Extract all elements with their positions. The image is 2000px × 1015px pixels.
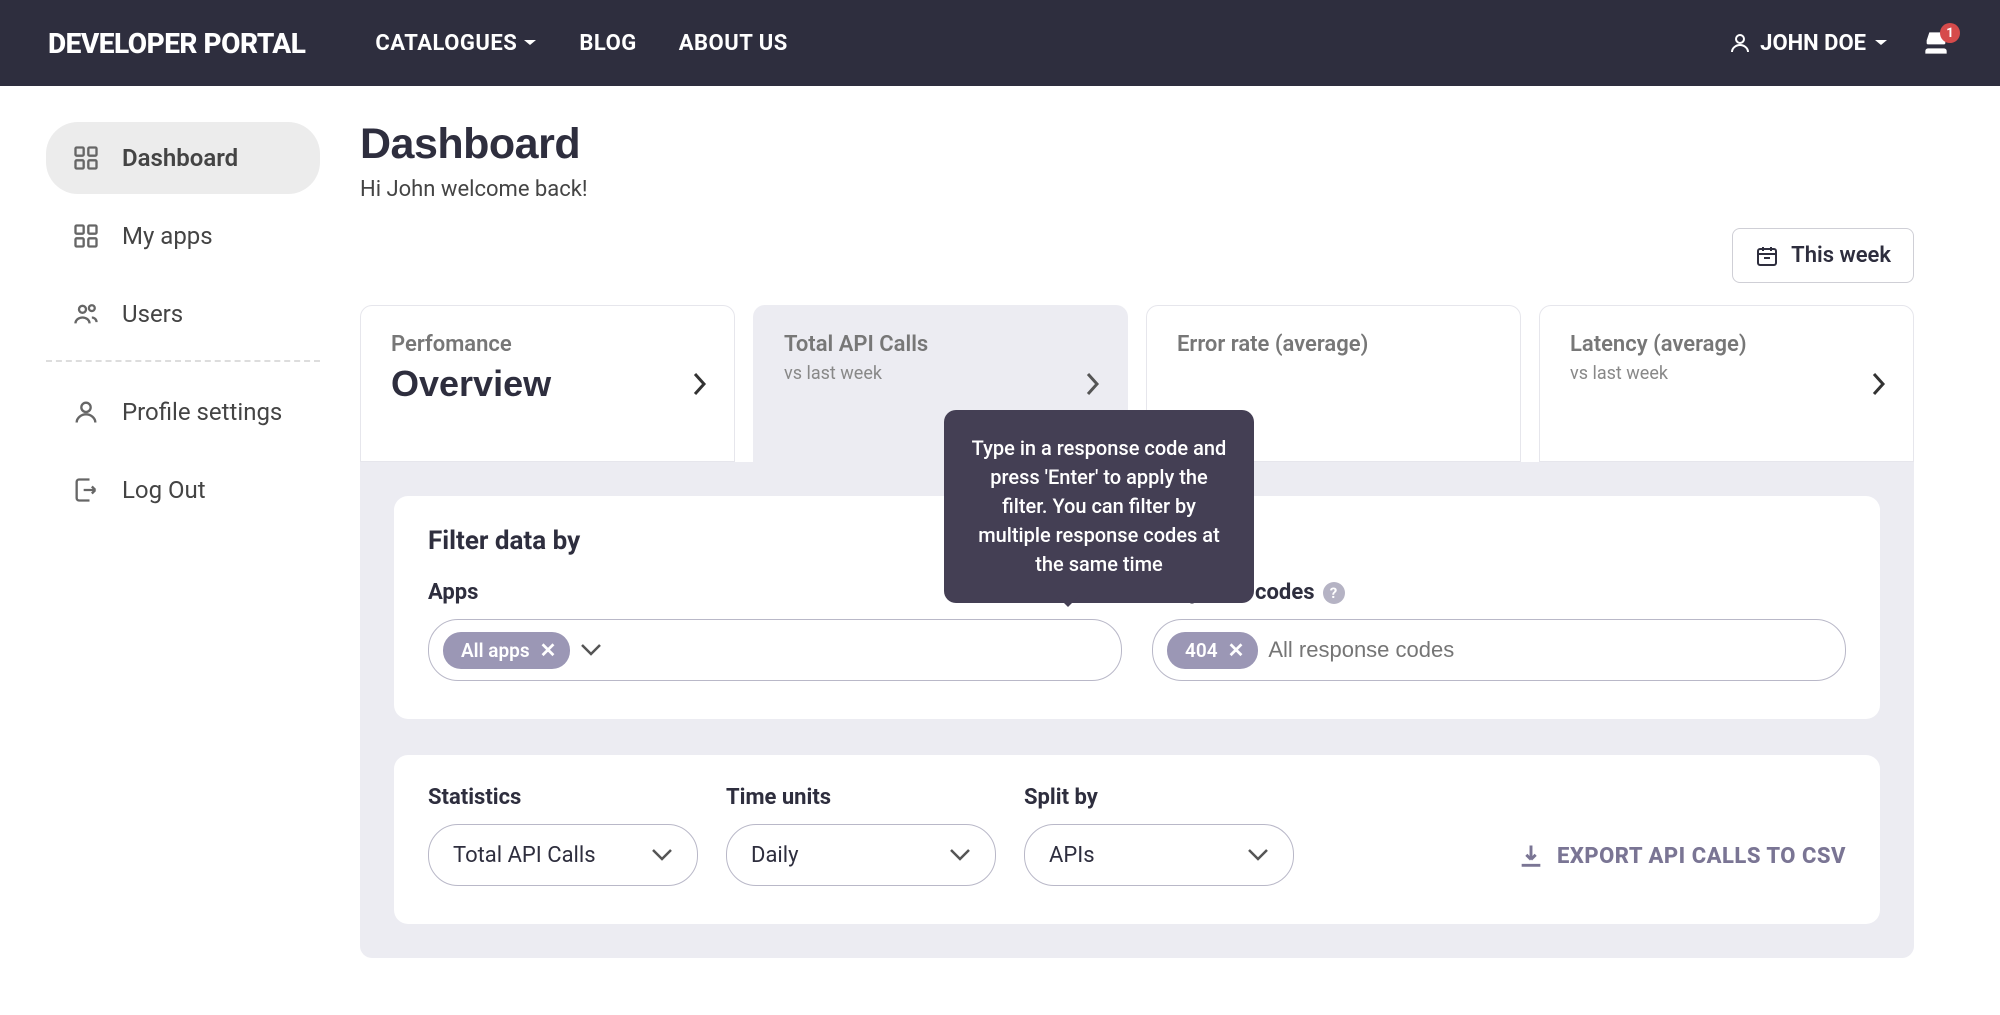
metric-card-latency[interactable]: Latency (average) vs last week xyxy=(1539,305,1914,462)
metric-card-overview[interactable]: Perfomance Overview xyxy=(360,305,735,462)
card-label: Total API Calls xyxy=(784,332,1097,357)
page-subtitle: Hi John welcome back! xyxy=(360,177,1914,202)
apps-icon xyxy=(72,222,100,250)
nav-blog[interactable]: BLOG xyxy=(579,31,636,56)
response-code-chip: 404 ✕ xyxy=(1167,632,1258,669)
sidebar-item-my-apps[interactable]: My apps xyxy=(46,200,320,272)
select-value: APIs xyxy=(1049,843,1095,868)
cart-button[interactable]: 1 xyxy=(1920,27,1952,59)
user-name: JOHN DOE xyxy=(1760,31,1866,56)
sidebar-item-label: Profile settings xyxy=(122,398,282,426)
chevron-right-icon xyxy=(1085,371,1101,397)
cart-count-badge: 1 xyxy=(1940,23,1960,43)
chevron-down-icon xyxy=(1247,848,1269,862)
chevron-down-icon xyxy=(1874,38,1888,48)
sidebar-item-label: My apps xyxy=(122,222,213,250)
card-sub: vs last week xyxy=(1570,363,1883,384)
statistics-select[interactable]: Total API Calls xyxy=(428,824,698,886)
grid-icon xyxy=(72,144,100,172)
response-codes-input[interactable] xyxy=(1268,637,1823,663)
sidebar-item-label: Dashboard xyxy=(122,144,238,172)
nav-catalogues[interactable]: CATALOGUES xyxy=(375,31,537,56)
profile-icon xyxy=(72,398,100,426)
main-content: Dashboard Hi John welcome back! This wee… xyxy=(340,86,2000,1015)
chevron-down-icon xyxy=(949,848,971,862)
statistics-label: Statistics xyxy=(428,785,698,810)
card-sub: vs last week xyxy=(784,363,1097,384)
card-label: Error rate (average) xyxy=(1177,332,1490,357)
chevron-down-icon xyxy=(523,38,537,48)
nav-label: CATALOGUES xyxy=(375,31,517,56)
sidebar-item-label: Users xyxy=(122,300,183,328)
sidebar-item-users[interactable]: Users xyxy=(46,278,320,350)
apps-chip: All apps ✕ xyxy=(443,632,570,669)
users-icon xyxy=(72,300,100,328)
user-icon xyxy=(1728,31,1752,55)
chevron-down-icon xyxy=(580,643,602,657)
split-by-select[interactable]: APIs xyxy=(1024,824,1294,886)
chevron-right-icon xyxy=(1871,371,1887,397)
tooltip-text: Type in a response code and press 'Enter… xyxy=(972,436,1227,576)
card-label: Perfomance xyxy=(391,332,704,357)
export-label: EXPORT API CALLS TO CSV xyxy=(1557,844,1846,869)
remove-chip-icon[interactable]: ✕ xyxy=(540,640,557,660)
nav-about[interactable]: ABOUT US xyxy=(679,31,788,56)
apps-filter-combo[interactable]: All apps ✕ xyxy=(428,619,1122,681)
sidebar-divider xyxy=(46,360,320,362)
main-nav: CATALOGUES BLOG ABOUT US xyxy=(375,31,787,56)
help-icon[interactable]: ? xyxy=(1323,582,1345,604)
page-title: Dashboard xyxy=(360,120,1914,169)
header-right: JOHN DOE 1 xyxy=(1728,27,1952,59)
sidebar: Dashboard My apps Users Profile settings… xyxy=(0,86,340,1015)
top-nav: DEVELOPER PORTAL CATALOGUES BLOG ABOUT U… xyxy=(0,0,2000,86)
response-codes-combo[interactable]: 404 ✕ xyxy=(1152,619,1846,681)
export-csv-button[interactable]: EXPORT API CALLS TO CSV xyxy=(1517,842,1846,886)
user-menu[interactable]: JOHN DOE xyxy=(1728,31,1888,56)
time-units-label: Time units xyxy=(726,785,996,810)
sidebar-item-label: Log Out xyxy=(122,476,206,504)
date-range-button[interactable]: This week xyxy=(1732,228,1914,283)
chevron-down-icon xyxy=(651,848,673,862)
brand-logo[interactable]: DEVELOPER PORTAL xyxy=(48,27,305,60)
sidebar-item-profile-settings[interactable]: Profile settings xyxy=(46,376,320,448)
sidebar-item-dashboard[interactable]: Dashboard xyxy=(46,122,320,194)
time-units-select[interactable]: Daily xyxy=(726,824,996,886)
chevron-right-icon xyxy=(692,371,708,397)
card-value: Overview xyxy=(391,363,704,405)
chip-label: 404 xyxy=(1185,639,1218,662)
sidebar-item-log-out[interactable]: Log Out xyxy=(46,454,320,526)
logout-icon xyxy=(72,476,100,504)
tooltip-response-codes: Type in a response code and press 'Enter… xyxy=(944,410,1254,603)
calendar-icon xyxy=(1755,244,1779,268)
download-icon xyxy=(1517,842,1545,870)
remove-chip-icon[interactable]: ✕ xyxy=(1228,640,1245,660)
chip-label: All apps xyxy=(461,639,530,662)
date-range-label: This week xyxy=(1791,243,1891,268)
stats-panel: Statistics Total API Calls Time units Da… xyxy=(394,755,1880,924)
split-by-label: Split by xyxy=(1024,785,1294,810)
select-value: Total API Calls xyxy=(453,843,596,868)
filter-panel: Type in a response code and press 'Enter… xyxy=(394,496,1880,719)
card-label: Latency (average) xyxy=(1570,332,1883,357)
select-value: Daily xyxy=(751,843,799,868)
